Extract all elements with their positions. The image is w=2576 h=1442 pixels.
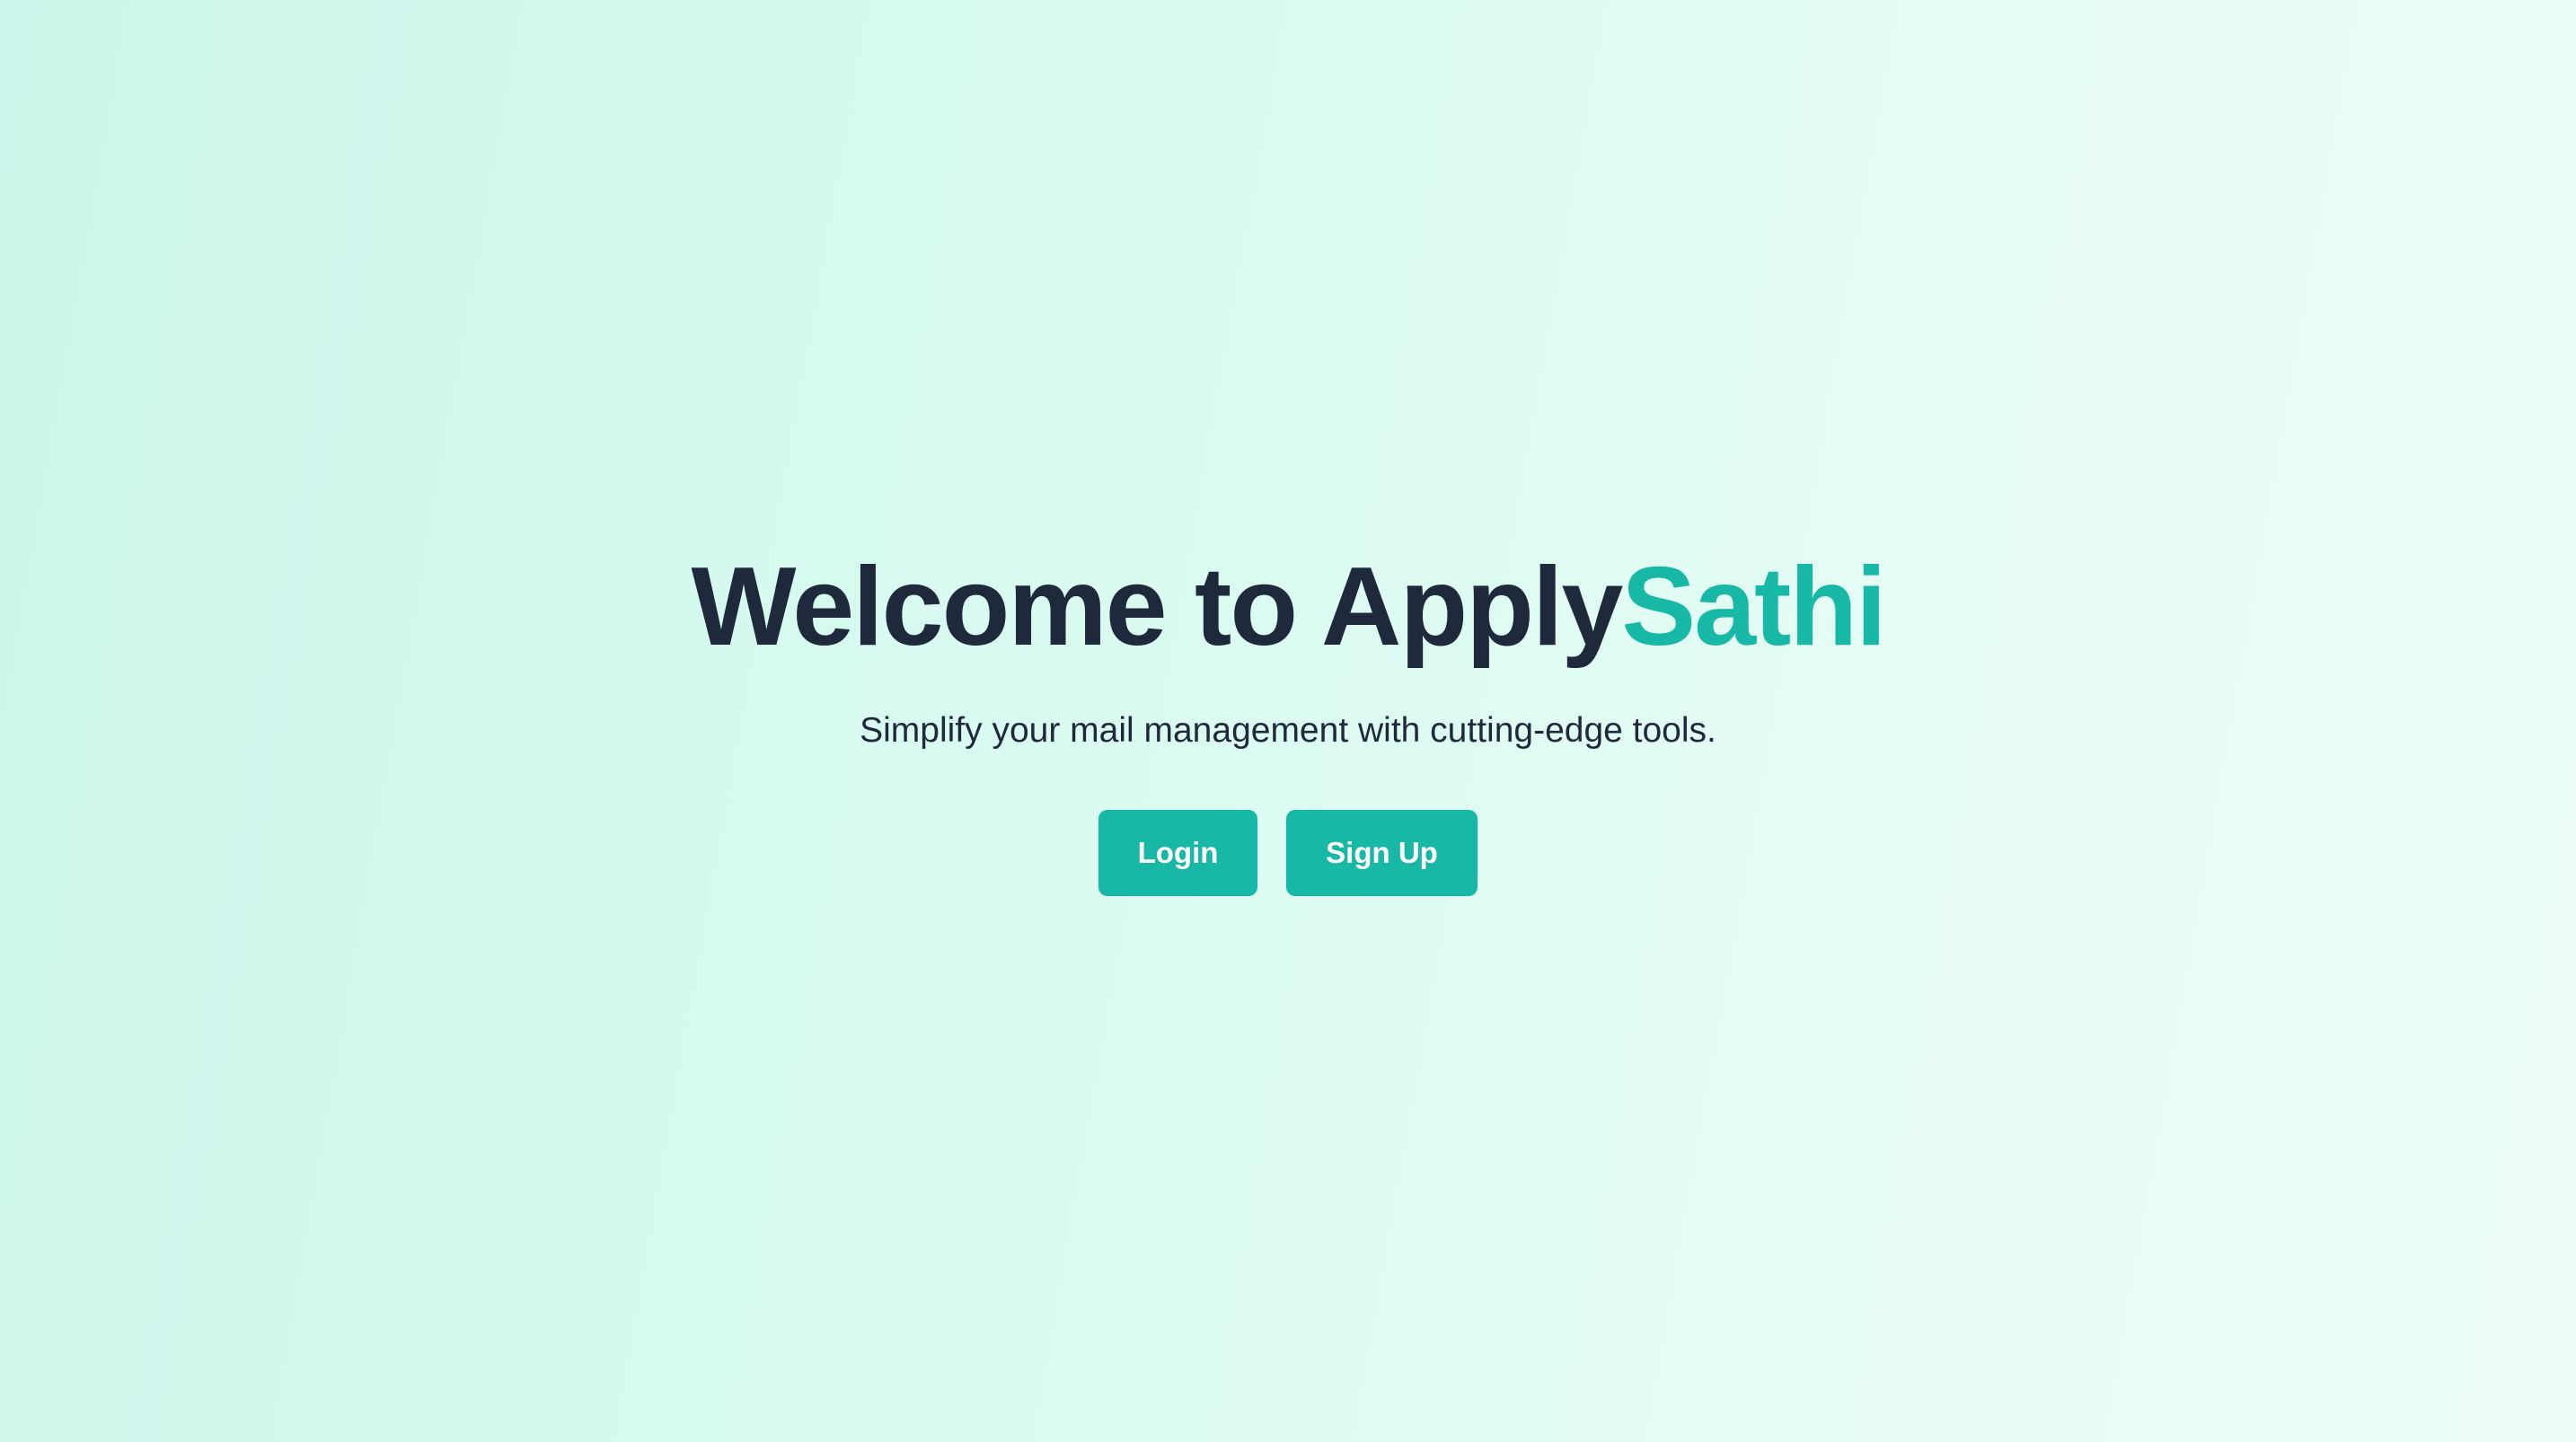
tagline: Simplify your mail management with cutti… xyxy=(860,711,1716,751)
signup-button[interactable]: Sign Up xyxy=(1286,810,1478,897)
login-button[interactable]: Login xyxy=(1098,810,1257,897)
title-prefix: Welcome to Apply xyxy=(691,544,1623,669)
page-title: Welcome to ApplySathi xyxy=(691,544,1886,669)
hero-section: Welcome to ApplySathi Simplify your mail… xyxy=(0,0,2576,1442)
auth-actions: Login Sign Up xyxy=(1098,810,1478,897)
brand-accent: Sathi xyxy=(1621,544,1886,669)
